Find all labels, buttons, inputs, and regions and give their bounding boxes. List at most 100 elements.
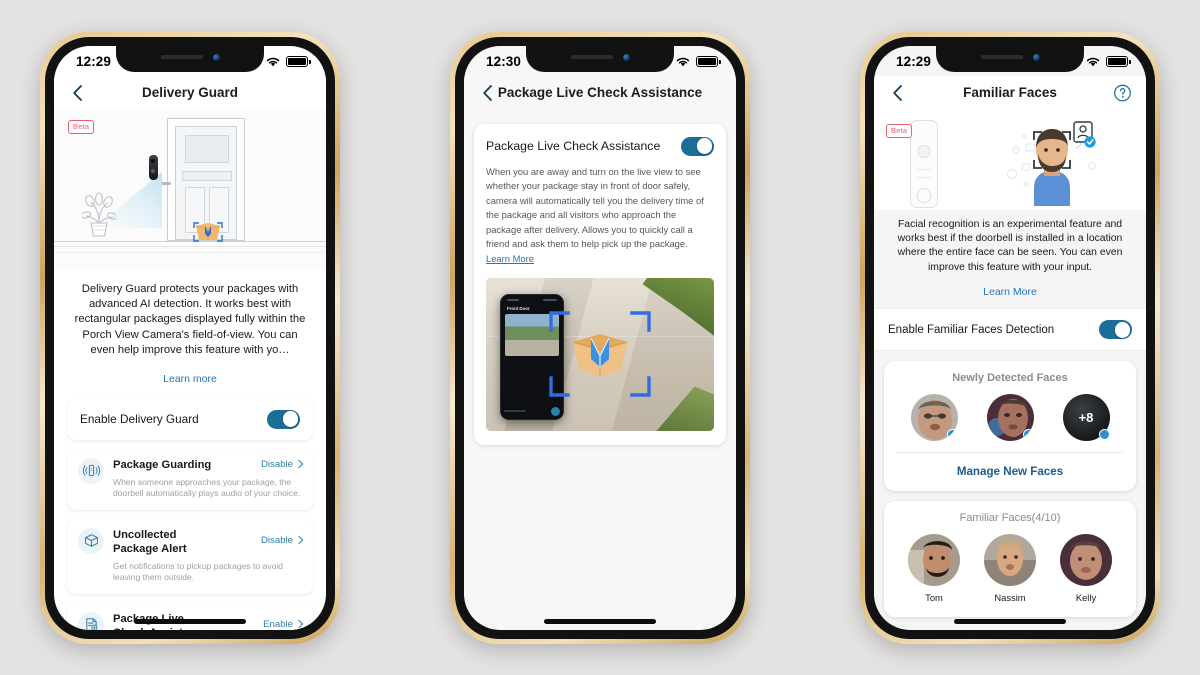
front-camera-icon xyxy=(212,53,220,61)
doorbell-device xyxy=(149,154,158,180)
wifi-icon xyxy=(266,57,280,66)
feature-title-line2: Check Assistance xyxy=(113,627,208,630)
front-camera-icon xyxy=(622,53,630,61)
feature-action-label: Disable xyxy=(261,458,293,470)
familiar-face-item[interactable]: Tom xyxy=(908,534,960,603)
card-body-text: When you are away and turn on the live v… xyxy=(486,165,714,267)
learn-more-link[interactable]: Learn More xyxy=(983,286,1037,298)
status-indicators xyxy=(265,56,311,68)
familiar-face-avatar xyxy=(1060,534,1112,587)
mini-footer xyxy=(504,406,560,416)
package-live-check-card: Package Live Check Assistance When you a… xyxy=(474,123,726,445)
manage-new-faces-link[interactable]: Manage New Faces xyxy=(892,453,1128,491)
question-circle-icon xyxy=(1114,84,1131,101)
face-recognition-person-illustration xyxy=(1007,120,1096,206)
card-title: Package Live Check Assistance xyxy=(486,139,661,153)
feature-action-button[interactable]: Enable xyxy=(263,612,304,630)
more-faces-avatar[interactable]: +8 xyxy=(1062,394,1110,442)
detected-face-avatar[interactable] xyxy=(910,394,958,442)
feature-package-guarding[interactable]: Package Guarding Disable When someone ap… xyxy=(67,448,313,510)
battery-icon xyxy=(286,56,311,67)
home-indicator xyxy=(954,619,1066,624)
chevron-left-icon xyxy=(73,84,82,101)
enable-familiar-faces-row[interactable]: Enable Familiar Faces Detection xyxy=(874,308,1146,352)
status-time: 12:30 xyxy=(486,54,522,69)
phone2-screen: 12:30 Package Live Check Assistance Pack… xyxy=(464,45,736,630)
status-time: 12:29 xyxy=(76,54,112,69)
doorbell-lens xyxy=(917,144,931,158)
newly-detected-title: Newly Detected Faces xyxy=(952,372,1068,385)
phone-bezel: 12:30 Package Live Check Assistance Pack… xyxy=(455,36,745,639)
phone3-screen: 12:29 Familiar Faces Beta Facial recogni… xyxy=(874,45,1146,630)
feature-action-button[interactable]: Disable xyxy=(261,528,304,546)
delivery-guard-illustration: Beta xyxy=(54,109,326,270)
delivery-guard-description: Delivery Guard protects your packages wi… xyxy=(74,282,306,357)
doorbell-outline-illustration xyxy=(910,119,938,208)
feature-uncollected-package-alert[interactable]: Uncollected Package Alert Disable Get no… xyxy=(67,518,313,594)
feature-body: Package Guarding Disable When someone ap… xyxy=(113,458,304,500)
familiar-faces-description: Facial recognition is an experimental fe… xyxy=(897,218,1123,273)
enable-familiar-faces-toggle[interactable] xyxy=(1099,320,1132,340)
home-indicator xyxy=(134,619,246,624)
enable-delivery-guard-label: Enable Delivery Guard xyxy=(80,412,199,427)
live-check-document-icon xyxy=(78,611,104,630)
detected-package xyxy=(193,221,223,242)
phone-bezel: 12:29 xyxy=(45,36,335,639)
familiar-faces-panel: Familiar Faces(4/10) Tom Nassim Kelly xyxy=(884,501,1136,618)
feature-header: Package Guarding Disable xyxy=(113,458,304,472)
familiar-face-name: Nassim xyxy=(994,592,1026,604)
back-button[interactable] xyxy=(68,83,88,103)
enable-familiar-faces-label: Enable Familiar Faces Detection xyxy=(888,323,1055,336)
beta-badge: Beta xyxy=(68,119,95,134)
chevron-left-icon xyxy=(483,84,492,101)
feature-package-live-check-assistance[interactable]: Package Live Check Assistance Enable Whe… xyxy=(67,602,313,630)
door-panel-top xyxy=(185,134,229,163)
enable-delivery-guard-toggle[interactable] xyxy=(267,409,300,429)
feature-action-label: Disable xyxy=(261,534,293,546)
phone2-nav-bar: Package Live Check Assistance xyxy=(464,75,736,110)
shield-check-badge xyxy=(1098,429,1110,441)
phone-bezel: 12:29 xyxy=(865,36,1155,639)
familiar-face-avatar xyxy=(984,534,1036,587)
feature-body: Uncollected Package Alert Disable Get no… xyxy=(113,528,304,584)
help-button[interactable] xyxy=(1113,83,1132,102)
learn-more-link[interactable]: Learn more xyxy=(163,373,217,385)
page-title: Package Live Check Assistance xyxy=(497,85,703,100)
notch xyxy=(526,45,674,72)
floor-line-2 xyxy=(54,245,326,247)
detected-face-avatar[interactable] xyxy=(986,394,1034,442)
floor-line xyxy=(54,240,326,242)
chevron-left-icon xyxy=(893,84,902,101)
phone3-content: Beta Facial recognition is an experiment… xyxy=(874,109,1146,630)
feature-title: Uncollected Package Alert xyxy=(113,528,187,556)
learn-more-link[interactable]: Learn More xyxy=(486,253,534,264)
feature-action-button[interactable]: Disable xyxy=(261,458,304,470)
familiar-face-item[interactable]: Nassim xyxy=(984,534,1036,603)
back-button[interactable] xyxy=(888,83,908,103)
more-faces-count: +8 xyxy=(1078,410,1094,426)
feature-action-label: Enable xyxy=(263,618,293,630)
front-camera-icon xyxy=(1032,53,1040,61)
wifi-icon xyxy=(676,57,690,66)
package-live-check-toggle[interactable] xyxy=(681,136,714,156)
detected-package-3d xyxy=(572,334,628,377)
doorbell-button xyxy=(916,187,932,203)
battery-icon xyxy=(1106,56,1131,67)
phone1-screen: 12:29 Delivery Guard Beta Delivery Guard… xyxy=(54,45,326,630)
enable-delivery-guard-row[interactable]: Enable Delivery Guard xyxy=(67,399,313,440)
feature-subtitle: Get notifications to pickup packages to … xyxy=(113,560,284,583)
phone3-nav-bar: Familiar Faces xyxy=(874,75,1146,110)
back-button[interactable] xyxy=(478,83,498,103)
shield-check-badge xyxy=(1022,429,1034,441)
page-title: Familiar Faces xyxy=(963,85,1057,100)
mini-status-icons xyxy=(543,298,557,301)
familiar-face-item[interactable]: Kelly xyxy=(1060,534,1112,603)
phone-package-live-check: 12:30 Package Live Check Assistance Pack… xyxy=(450,31,750,644)
phone-familiar-faces: 12:29 Familiar Faces Beta Facial recogni… xyxy=(860,31,1160,644)
potted-plant-icon xyxy=(82,192,116,236)
newly-detected-face-list: +8 xyxy=(892,384,1128,452)
chevron-right-icon xyxy=(294,459,304,469)
door-panel-mid xyxy=(182,170,232,181)
familiar-face-photo-kelly xyxy=(1060,534,1112,587)
earpiece-speaker xyxy=(570,55,613,59)
